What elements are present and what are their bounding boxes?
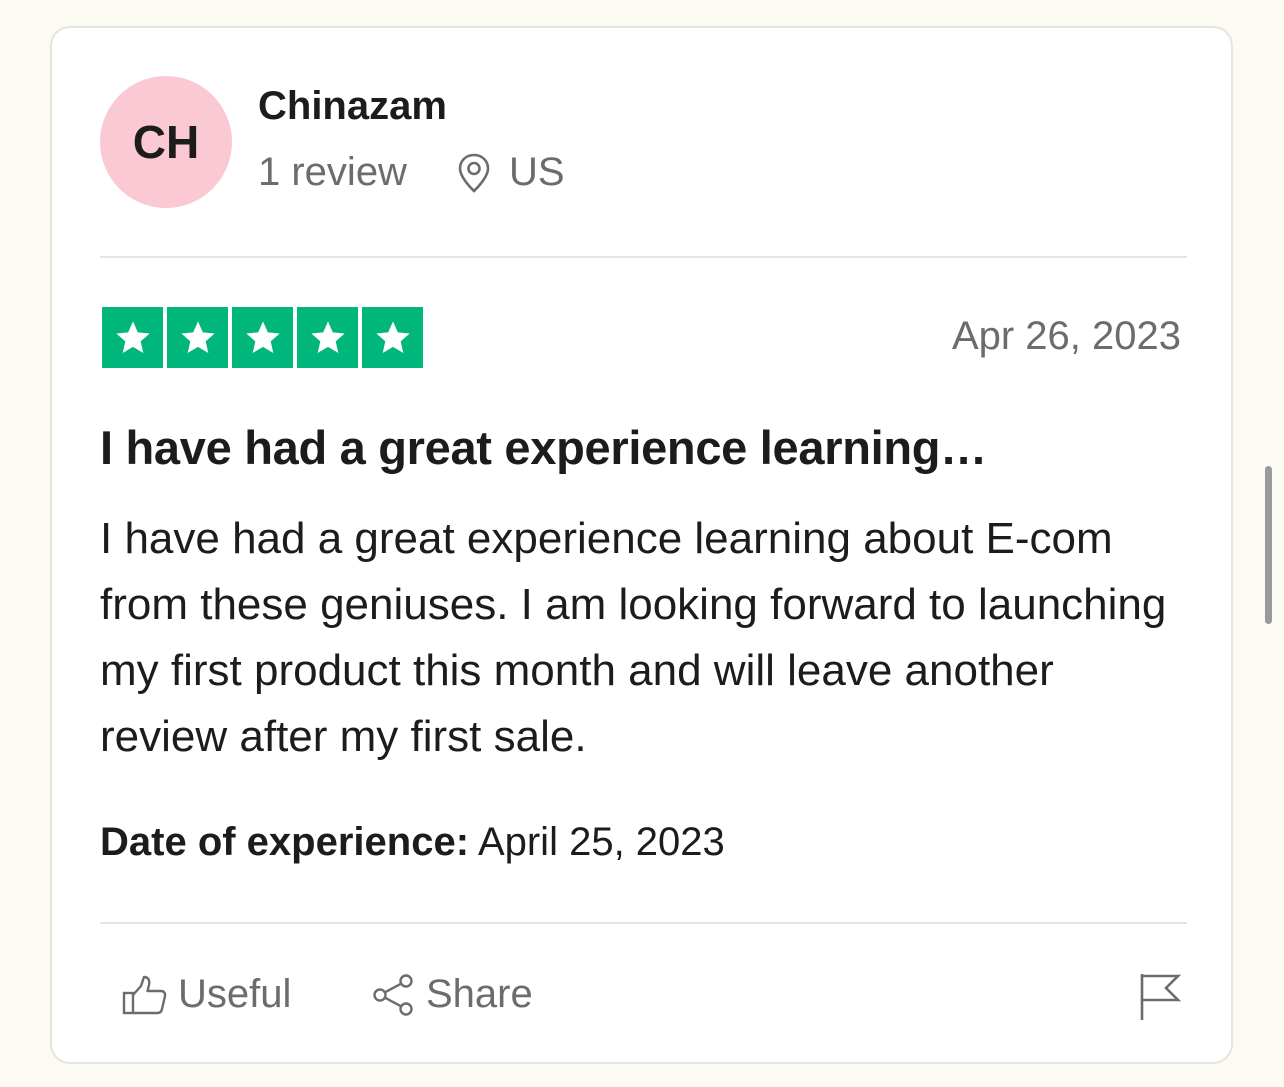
scrollbar[interactable] [1265,466,1272,624]
useful-label: Useful [178,972,292,1016]
location-pin-icon [457,153,491,193]
star-icon [362,307,423,368]
avatar[interactable]: CH [100,76,232,208]
divider [100,256,1187,258]
divider [100,922,1187,924]
reviewer-name[interactable]: Chinazam [258,84,447,129]
thumbs-up-icon [122,974,168,1016]
star-icon [167,307,228,368]
experience-date: April 25, 2023 [477,820,725,864]
review-title[interactable]: I have had a great experience learning… [100,420,987,475]
share-button[interactable]: Share [372,972,533,1017]
review-body: I have had a great experience learning a… [100,514,1167,761]
experience-label: Date of experience: [100,820,470,864]
reviewer-country: US [508,150,565,194]
reviewer-meta: 1 review US [258,150,565,195]
review-count: 1 review [258,150,407,194]
star-icon [232,307,293,368]
useful-button[interactable]: Useful [122,972,291,1017]
review-card: CH Chinazam 1 review US Apr 26, 2023 I h… [50,26,1233,1064]
share-label: Share [426,972,533,1016]
avatar-initials: CH [132,116,200,168]
share-icon [372,973,416,1017]
star-icon [102,307,163,368]
review-date: Apr 26, 2023 [951,314,1181,358]
date-of-experience: Date of experience: April 25, 2023 [100,820,725,865]
report-flag-button[interactable] [1139,972,1181,1022]
star-rating [102,307,423,368]
flag-icon [1140,974,1181,1020]
star-icon [297,307,358,368]
